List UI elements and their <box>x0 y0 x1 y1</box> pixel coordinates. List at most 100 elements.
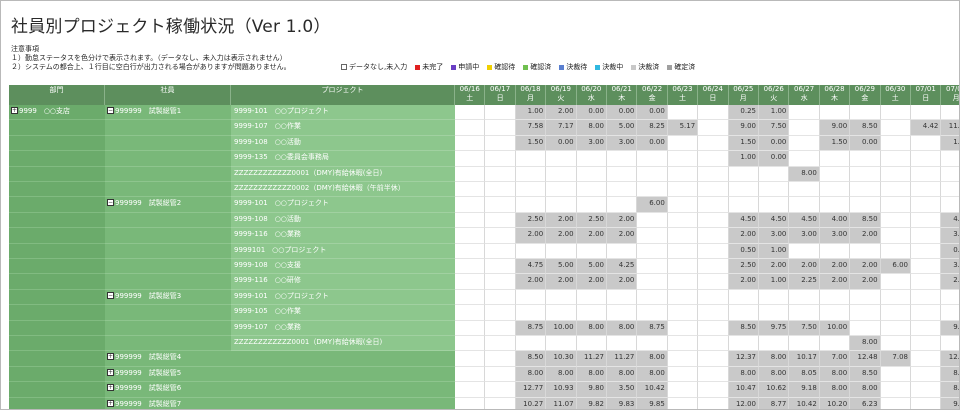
expand-toggle-icon[interactable]: − <box>107 291 114 299</box>
hours-cell <box>911 382 942 398</box>
dept-cell <box>9 197 105 213</box>
expand-toggle-icon[interactable]: + <box>107 384 114 392</box>
hours-cell: 1.00 <box>759 274 790 290</box>
hours-cell <box>911 320 942 336</box>
legend-swatch <box>341 64 347 70</box>
legend-label: 確認済 <box>530 63 552 71</box>
hours-cell: 1.00 <box>759 243 790 259</box>
expand-toggle-icon[interactable]: − <box>107 199 114 207</box>
legend-item: 申請中 <box>451 62 479 72</box>
dept-cell <box>9 120 105 136</box>
expand-toggle-icon[interactable]: + <box>107 353 114 361</box>
hours-cell: 8.00 <box>850 382 881 398</box>
expand-toggle-icon[interactable]: + <box>11 107 18 114</box>
header-weekday-label: 木 <box>830 94 838 102</box>
header-date: 06/19 火 <box>546 85 577 105</box>
project-cell: ZZZZZZZZZZZZ0001（DMY)有給休暇(全日) <box>231 166 455 182</box>
legend-item: 確定済 <box>667 62 695 72</box>
hours-cell: 4.75 <box>515 259 547 275</box>
header-date: 06/18 月 <box>515 85 547 105</box>
dept-cell <box>9 259 105 275</box>
hours-cell <box>546 336 577 352</box>
expand-toggle-icon[interactable]: + <box>107 399 114 407</box>
hours-cell <box>698 289 729 306</box>
legend-item: データなし,未入力 <box>341 62 407 72</box>
hours-cell <box>455 305 486 321</box>
hours-cell: 9.75 <box>941 320 959 336</box>
header-weekday-label: 月 <box>739 94 747 102</box>
project-cell: ZZZZZZZZZZZZ0002（DMY)有給休暇（午前半休） <box>231 182 455 198</box>
header-weekday-label: 水 <box>800 94 808 102</box>
hours-cell <box>667 259 699 275</box>
employee-cell: +999999 試製総管7 <box>105 397 231 409</box>
hours-cell: 10.93 <box>546 382 577 398</box>
hours-cell <box>698 351 729 367</box>
header-emp: 社員 <box>105 85 231 105</box>
header-date: 06/20 水 <box>576 85 607 105</box>
hours-cell <box>759 197 790 213</box>
hours-cell: 8.00 <box>759 366 790 383</box>
hours-cell <box>819 336 851 352</box>
hours-cell: 0.00 <box>637 105 668 121</box>
hours-cell: 8.50 <box>728 320 759 336</box>
legend-item: 確認待 <box>487 62 515 72</box>
hours-cell <box>728 197 759 213</box>
report-frame: 社員別プロジェクト稼働状況（Ver 1.0） 注意事項 １）勤怠ステータスを色分… <box>0 0 960 410</box>
hours-cell <box>728 305 759 321</box>
hours-cell: 2.00 <box>850 228 881 244</box>
hours-cell: 11.25 <box>941 120 959 136</box>
header-date-label: 07/01 <box>915 85 936 93</box>
expand-toggle-icon[interactable]: − <box>107 107 114 114</box>
legend-item: 決裁済 <box>631 62 659 72</box>
hours-cell <box>485 382 516 398</box>
employee-cell <box>105 135 231 152</box>
employee-cell <box>105 212 231 229</box>
employee-label: 999999 試製総管6 <box>115 384 182 393</box>
hours-cell: 8.00 <box>637 351 668 367</box>
project-cell <box>231 397 455 409</box>
hours-cell <box>455 289 486 306</box>
project-cell: 9999-116 ○○業務 <box>231 228 455 244</box>
hours-cell: 11.07 <box>546 397 577 409</box>
hours-cell <box>546 182 577 198</box>
hours-cell <box>667 289 699 306</box>
hours-cell: 8.50 <box>850 120 881 136</box>
hours-cell <box>698 151 729 167</box>
dept-cell <box>9 336 105 352</box>
hours-cell: 3.00 <box>759 228 790 244</box>
header-weekday-label: 日 <box>709 94 717 102</box>
hours-cell <box>941 336 959 352</box>
notes-line-2: ２）システムの都合上、１行目に空白行が出力される場合がありますが問題ありません。 <box>11 63 291 71</box>
employee-cell <box>105 243 231 259</box>
employee-cell: −999999 試製総管1 <box>105 105 231 121</box>
employee-cell <box>105 166 231 182</box>
hours-cell <box>546 243 577 259</box>
legend-label: データなし,未入力 <box>349 63 408 71</box>
header-date-label: 06/25 <box>733 85 754 93</box>
hours-cell: 2.00 <box>789 259 820 275</box>
legend-swatch <box>415 64 421 70</box>
hours-cell: 4.42 <box>911 120 942 136</box>
hours-cell: 2.00 <box>607 212 638 229</box>
dept-cell <box>9 320 105 336</box>
hours-cell <box>789 120 820 136</box>
hours-cell: 2.00 <box>576 228 607 244</box>
expand-toggle-icon[interactable]: + <box>107 368 114 376</box>
hours-cell <box>546 197 577 213</box>
hours-cell: 2.00 <box>546 105 577 121</box>
hours-cell <box>637 151 668 167</box>
legend-label: 確定済 <box>674 63 696 71</box>
header-weekday-label: 土 <box>466 94 474 102</box>
hours-cell: 2.00 <box>576 274 607 290</box>
dept-cell <box>9 212 105 229</box>
dept-cell <box>9 351 105 367</box>
hours-cell <box>880 305 911 321</box>
hours-cell <box>667 151 699 167</box>
hours-cell: 0.00 <box>759 135 790 152</box>
employee-label: 999999 試製総管5 <box>115 368 182 377</box>
hours-cell <box>880 151 911 167</box>
hours-cell: 9.72 <box>941 397 959 409</box>
project-cell: 9999-107 ○○作業 <box>231 120 455 136</box>
hours-cell <box>607 305 638 321</box>
legend-swatch <box>667 64 673 70</box>
